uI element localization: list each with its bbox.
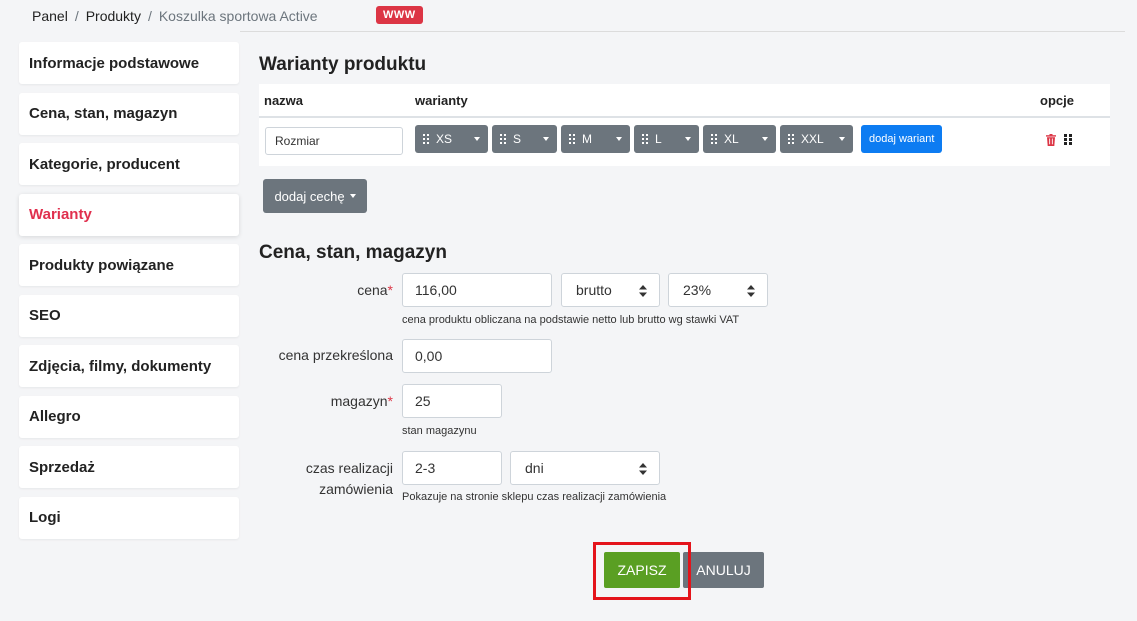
stock-label: magazyn* <box>300 393 393 409</box>
sidebar-item-label: Sprzedaż <box>29 458 95 476</box>
sidebar-item-label: Warianty <box>29 206 92 223</box>
lead-time-label-line1: czas realizacji <box>305 460 393 476</box>
drag-handle-icon[interactable] <box>788 134 795 144</box>
add-feature-label: dodaj cechę <box>274 188 345 204</box>
price-type-select[interactable]: brutto <box>561 273 660 307</box>
table-row: Rozmiar XS S M L XL XXL dodaj wariant <box>259 118 1110 166</box>
www-badge[interactable]: WWW <box>376 6 423 24</box>
drag-handle-icon[interactable] <box>642 134 649 144</box>
drag-handle-icon[interactable] <box>569 134 576 144</box>
sidebar-item-label: Allegro <box>29 408 81 425</box>
lead-time-label: czas realizacji zamówienia <box>270 458 393 500</box>
save-button-highlight <box>593 542 691 600</box>
chevron-down-icon <box>616 137 622 141</box>
chevron-down-icon <box>474 137 480 141</box>
sidebar-item-seo[interactable]: SEO <box>19 294 239 337</box>
add-feature-button[interactable]: dodaj cechę <box>263 179 367 213</box>
price-label: cena* <box>300 282 393 298</box>
sidebar-item-allegro[interactable]: Allegro <box>19 395 239 438</box>
chevron-down-icon <box>685 137 691 141</box>
variant-chip-label: XL <box>724 132 739 146</box>
add-variant-button[interactable]: dodaj wariant <box>861 125 943 153</box>
lead-time-unit-select[interactable]: dni <box>510 451 660 485</box>
variant-chip-label: M <box>582 132 592 146</box>
stock-input[interactable]: 25 <box>402 384 502 418</box>
breadcrumb-current-product: Koszulka sportowa Active <box>158 8 318 24</box>
strike-price-input[interactable]: 0,00 <box>402 339 552 373</box>
variant-chip-xxl[interactable]: XXL <box>780 125 853 153</box>
required-mark: * <box>387 282 393 298</box>
stock-label-text: magazyn <box>330 393 388 409</box>
lead-time-input[interactable]: 2-3 <box>402 451 502 485</box>
sidebar-item-logs[interactable]: Logi <box>19 496 239 539</box>
sort-arrows-icon <box>639 463 647 475</box>
cancel-button[interactable]: ANULUJ <box>683 552 764 588</box>
variant-chip-label: S <box>513 132 522 146</box>
price-label-text: cena <box>357 282 388 298</box>
breadcrumb-products[interactable]: Produkty <box>86 8 141 24</box>
required-mark: * <box>387 393 393 409</box>
sidebar-item-media[interactable]: Zdjęcia, filmy, dokumenty <box>19 345 239 387</box>
drag-handle-icon[interactable] <box>500 134 507 144</box>
variant-chip-s[interactable]: S <box>492 125 557 153</box>
variant-chips: XS S M L XL XXL dodaj wariant <box>415 125 943 153</box>
sidebar-item-variants[interactable]: Warianty <box>19 193 239 236</box>
lead-time-unit-value: dni <box>525 460 544 476</box>
chevron-down-icon <box>543 137 549 141</box>
price-help-text: cena produktu obliczana na podstawie net… <box>402 314 740 326</box>
chevron-down-icon <box>349 194 356 198</box>
vat-select[interactable]: 23% <box>668 273 768 307</box>
sidebar-item-label: Produkty powiązane <box>29 256 175 274</box>
price-type-value: brutto <box>576 282 612 298</box>
sidebar-item-related-products[interactable]: Produkty powiązane <box>19 244 239 286</box>
product-edit-page: Panel / Produkty / Koszulka sportowa Act… <box>0 0 1137 621</box>
strike-price-label: cena przekreślona <box>278 347 393 363</box>
chevron-down-icon <box>839 137 845 141</box>
sort-arrows-icon <box>747 285 755 297</box>
stock-help-text: stan magazynu <box>402 425 477 437</box>
variant-chip-xl[interactable]: XL <box>703 125 776 153</box>
variant-chip-label: L <box>655 132 662 146</box>
sidebar-item-label: SEO <box>29 307 61 324</box>
variants-table: nazwa warianty opcje Rozmiar XS S M L XL… <box>259 84 1110 166</box>
variant-chip-label: XXL <box>801 132 824 146</box>
drag-handle-icon[interactable] <box>1064 134 1072 145</box>
vat-value: 23% <box>683 282 712 298</box>
lead-time-help-text: Pokazuje na stronie sklepu czas realizac… <box>402 491 667 503</box>
breadcrumb: Panel / Produkty / Koszulka sportowa Act… <box>32 6 318 26</box>
variant-chip-l[interactable]: L <box>634 125 699 153</box>
price-input[interactable]: 116,00 <box>402 273 552 307</box>
sidebar-item-price-stock[interactable]: Cena, stan, magazyn <box>19 92 239 135</box>
breadcrumb-separator: / <box>74 8 79 24</box>
sidebar-item-sales[interactable]: Sprzedaż <box>19 446 239 488</box>
sidebar-item-basic-info[interactable]: Informacje podstawowe <box>19 42 239 84</box>
feature-name-input[interactable]: Rozmiar <box>265 127 403 155</box>
breadcrumb-panel[interactable]: Panel <box>32 8 68 24</box>
sidebar-item-categories[interactable]: Kategorie, producent <box>19 143 239 185</box>
sort-arrows-icon <box>639 285 647 297</box>
variant-chip-xs[interactable]: XS <box>415 125 488 153</box>
trash-icon[interactable] <box>1046 134 1056 146</box>
chevron-down-icon <box>762 137 768 141</box>
column-header-variants: warianty <box>415 92 468 108</box>
sidebar: Informacje podstawowe Cena, stan, magazy… <box>19 42 239 547</box>
column-header-options: opcje <box>1040 92 1074 108</box>
column-header-name: nazwa <box>264 92 304 108</box>
breadcrumb-separator: / <box>147 8 152 24</box>
sidebar-item-label: Cena, stan, magazyn <box>29 105 178 122</box>
sidebar-item-label: Informacje podstawowe <box>29 54 200 72</box>
variant-chip-label: XS <box>436 132 453 146</box>
variants-section-title: Warianty produktu <box>259 54 427 75</box>
variant-chip-m[interactable]: M <box>561 125 630 153</box>
drag-handle-icon[interactable] <box>423 134 430 144</box>
sidebar-item-label: Logi <box>29 509 61 526</box>
drag-handle-icon[interactable] <box>711 134 718 144</box>
header-divider <box>240 31 1125 32</box>
price-section-title: Cena, stan, magazyn <box>259 242 447 263</box>
sidebar-item-label: Kategorie, producent <box>29 155 180 173</box>
lead-time-label-line2: zamówienia <box>319 481 393 497</box>
variants-table-header: nazwa warianty opcje <box>259 84 1110 118</box>
sidebar-item-label: Zdjęcia, filmy, dokumenty <box>29 357 212 375</box>
